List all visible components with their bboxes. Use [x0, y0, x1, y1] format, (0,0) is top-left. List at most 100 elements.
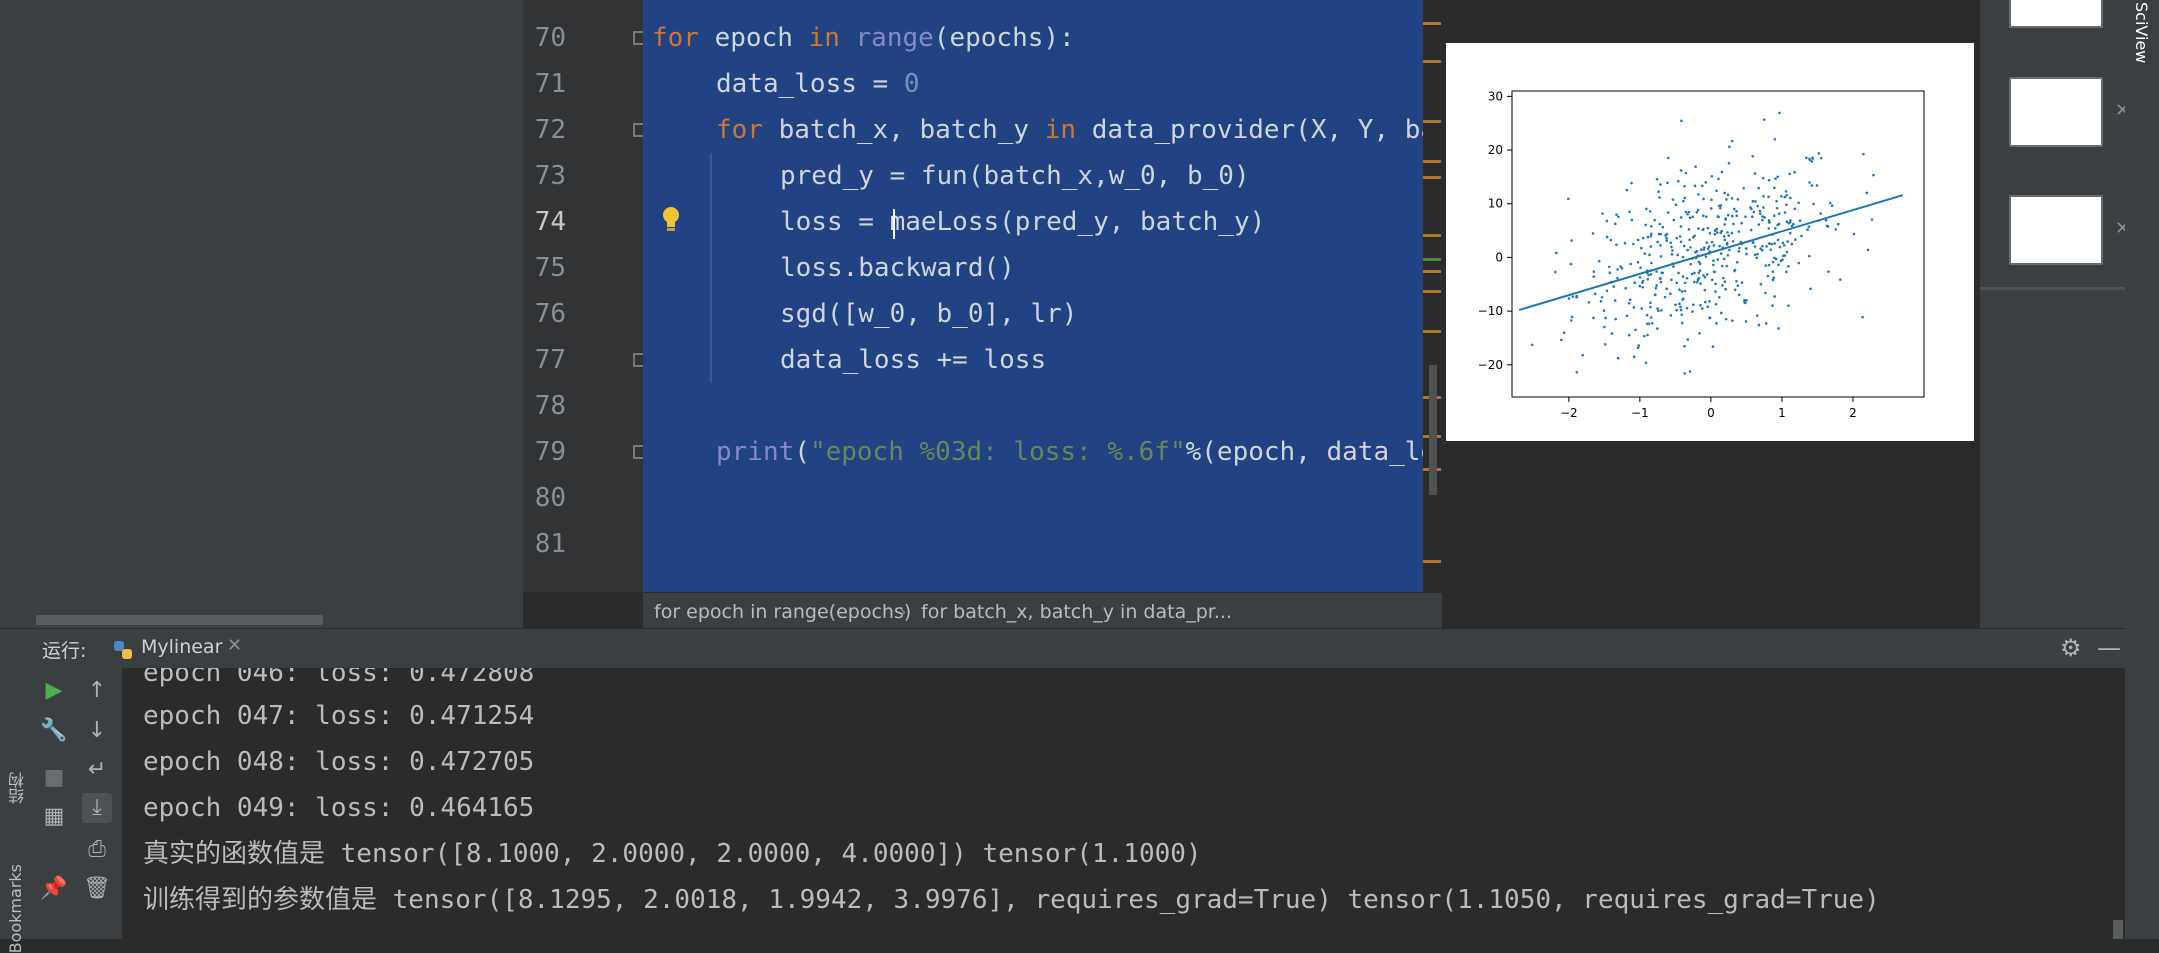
lightbulb-icon[interactable] [660, 205, 682, 235]
scatter-point [1827, 270, 1830, 273]
code-line-73[interactable]: pred_y = fun(batch_x,w_0, b_0) [780, 153, 1250, 199]
indent-guide [710, 153, 712, 383]
scatter-point [1666, 181, 1669, 185]
scatter-point [1699, 282, 1702, 285]
scatter-point [1675, 281, 1679, 285]
print-icon[interactable]: ⎙ [82, 835, 112, 865]
scatter-point [1793, 171, 1796, 174]
scatter-point [1730, 139, 1734, 143]
scatter-point [1603, 342, 1607, 346]
scatter-point [1767, 178, 1771, 182]
plot-thumbnail[interactable] [2009, 0, 2103, 28]
plot-thumbnail[interactable] [2009, 195, 2103, 265]
scatter-point [1836, 222, 1840, 226]
pin-icon[interactable]: 📌 [39, 874, 69, 904]
rerun-icon[interactable]: ▶ [39, 676, 69, 706]
scatter-point [1692, 280, 1696, 284]
scatter-point [1659, 280, 1663, 284]
scatter-point [1773, 295, 1776, 298]
sciview-tool-tab[interactable]: SciView [2125, 0, 2159, 64]
plot-axes-frame [1511, 90, 1925, 398]
scatter-point [1665, 236, 1668, 240]
trash-icon[interactable]: 🗑 [82, 874, 112, 904]
code-line-70[interactable]: for epoch in range(epochs): [652, 15, 1075, 61]
console-scrollbar[interactable] [2113, 920, 2123, 939]
scatter-point [1659, 232, 1663, 236]
scatter-point [1830, 204, 1834, 208]
breadcrumb-item[interactable]: for epoch in range(epochs) [654, 593, 911, 631]
structure-tool-tab[interactable]: 结构 [6, 772, 30, 804]
scatter-point [1567, 197, 1570, 201]
code-line-71[interactable]: data_loss = 0 [716, 61, 920, 107]
scatter-point [1752, 210, 1756, 214]
scatter-point [1672, 218, 1676, 222]
scatter-point [1755, 314, 1759, 317]
scatter-point [1655, 270, 1658, 273]
scatter-point [1571, 295, 1575, 298]
scatter-point [1675, 308, 1678, 312]
close-icon[interactable]: ✕ [227, 635, 242, 656]
layout-icon[interactable]: ▦ [39, 802, 69, 832]
arrow-down-icon[interactable]: ↓ [82, 716, 112, 746]
scatter-point [1751, 154, 1754, 158]
gear-icon[interactable]: ⚙ [2060, 634, 2082, 662]
scatter-point [1815, 184, 1819, 187]
soft-wrap-icon[interactable]: ↵ [82, 755, 112, 785]
scatter-point [1665, 232, 1669, 236]
scatter-point [1708, 300, 1711, 303]
scatter-point [1808, 157, 1811, 161]
scroll-to-end-icon[interactable]: ⤓ [82, 793, 112, 823]
breadcrumb-item[interactable]: for batch_x, batch_y in data_pr... [921, 593, 1232, 631]
plot-thumbnail[interactable] [2009, 77, 2103, 147]
scatter-point [1778, 245, 1782, 249]
scatter-point [1657, 190, 1660, 194]
code-line-74[interactable]: loss = maeLoss(pred_y, batch_y) [780, 199, 1265, 245]
scatter-point [1612, 285, 1616, 288]
scatter-point [1768, 242, 1771, 245]
scatter-point [1728, 145, 1731, 149]
line-number: 81 [534, 529, 566, 559]
scatter-point [1592, 270, 1596, 273]
scatter-point [1641, 279, 1645, 283]
scatter-point [1762, 194, 1765, 198]
thumbnail-divider [1980, 287, 2125, 290]
scatter-point [1728, 248, 1731, 252]
scatter-point [1629, 262, 1633, 266]
stop-icon[interactable]: ■ [39, 763, 69, 793]
scatter-point [1777, 327, 1780, 330]
scatter-point [1666, 211, 1670, 214]
y-tick-label: 20 [1488, 143, 1503, 157]
scatter-point [1666, 156, 1670, 160]
run-tab-label[interactable]: Mylinear [141, 636, 222, 658]
scatter-point [1681, 297, 1685, 301]
code-line-76[interactable]: sgd([w_0, b_0], lr) [780, 291, 1077, 337]
scatter-point [1865, 191, 1869, 195]
plot-image: −2 −1 0 1 2 −20 −10 0 10 20 30 [1446, 43, 1974, 441]
scatter-point [1698, 262, 1702, 265]
code-line-77[interactable]: data_loss += loss [780, 337, 1046, 383]
scatter-point [1669, 314, 1673, 317]
scatter-point [1725, 243, 1729, 246]
code-line-75[interactable]: loss.backward() [780, 245, 1015, 291]
scatter-point [1774, 177, 1777, 180]
code-line-72[interactable]: for batch_x, batch_y in data_provider(X,… [716, 107, 1436, 153]
scatter-point [1740, 281, 1744, 284]
scatter-point [1767, 263, 1771, 267]
arrow-up-icon[interactable]: ↑ [82, 676, 112, 706]
console-line: epoch 048: loss: 0.472705 [143, 747, 535, 777]
editor-marker-bar[interactable] [1423, 0, 1443, 592]
text-caret [893, 209, 895, 239]
scatter-point [1727, 234, 1731, 237]
scatter-point [1657, 309, 1660, 313]
wrench-icon[interactable]: 🔧 [39, 716, 69, 746]
minimize-icon[interactable]: — [2097, 634, 2121, 662]
scatter-point [1616, 276, 1619, 280]
bookmarks-tool-tab[interactable]: Bookmarks [6, 864, 25, 953]
code-line-79[interactable]: print("epoch %03d: loss: %.6f"%(epoch, d… [716, 429, 1436, 475]
scatter-point [1751, 215, 1754, 219]
project-horizontal-scrollbar[interactable] [36, 615, 323, 625]
scatter-point [1609, 238, 1613, 242]
scatter-point [1743, 300, 1746, 304]
scatter-point [1570, 239, 1573, 242]
scatter-point [1696, 278, 1700, 282]
